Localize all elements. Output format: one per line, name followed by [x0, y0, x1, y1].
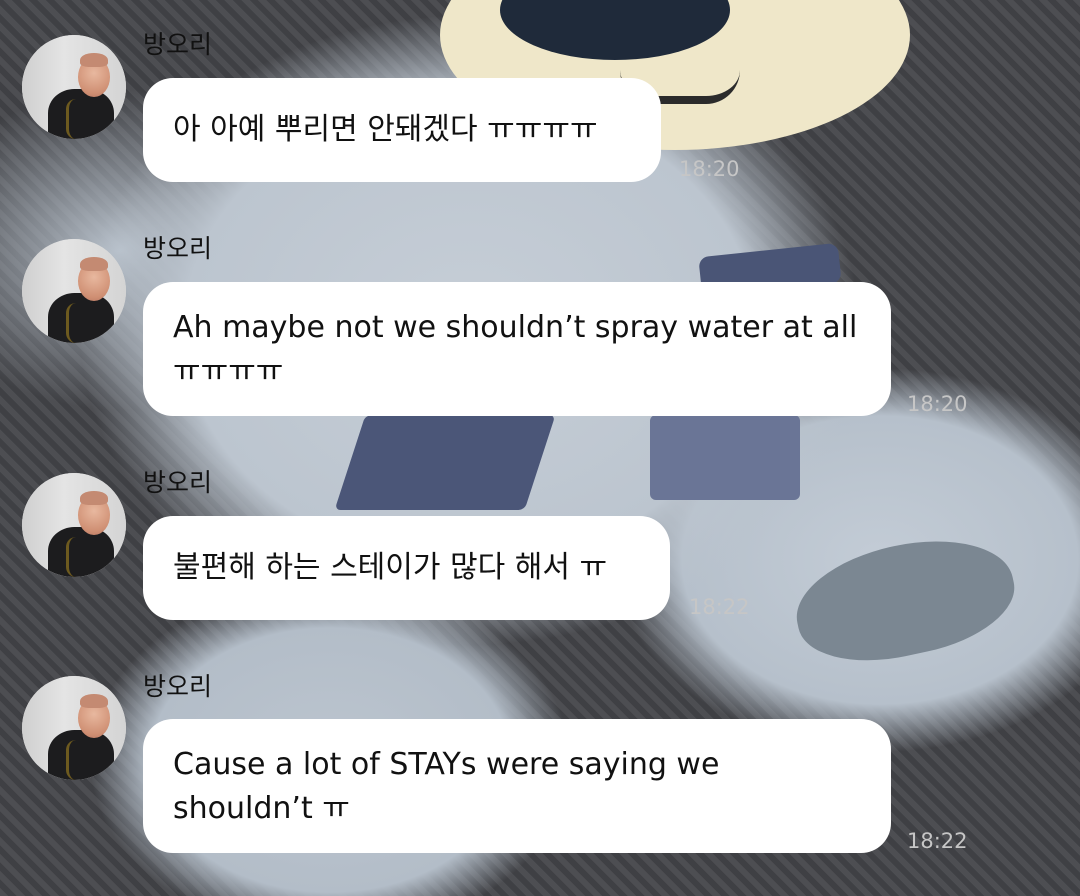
sender-name: 방오리	[143, 30, 213, 59]
message-text: Ah maybe not we shouldn’t spray water at…	[173, 310, 858, 389]
sender-avatar[interactable]	[22, 239, 126, 343]
message-bubble[interactable]: 불편해 하는 스테이가 많다 해서 ㅠ	[143, 516, 670, 620]
sender-name: 방오리	[143, 672, 213, 701]
message-timestamp: 18:22	[907, 829, 968, 853]
avatar-photo	[66, 99, 89, 139]
message-timestamp: 18:22	[689, 595, 750, 619]
message-text: 아 아예 뿌리면 안돼겠다 ㅠㅠㅠㅠ	[173, 112, 598, 147]
sender-name: 방오리	[143, 468, 213, 497]
message-text: Cause a lot of STAYs were saying we shou…	[173, 747, 720, 826]
message-text: 불편해 하는 스테이가 많다 해서 ㅠ	[173, 550, 608, 585]
message-timestamp: 18:20	[907, 392, 968, 416]
avatar-photo	[66, 740, 89, 780]
avatar-photo	[80, 694, 108, 708]
sender-name: 방오리	[143, 234, 213, 263]
message-list: 방오리 아 아예 뿌리면 안돼겠다 ㅠㅠㅠㅠ 18:20 방오리 Ah mayb…	[0, 0, 1080, 896]
sender-avatar[interactable]	[22, 473, 126, 577]
message-bubble[interactable]: Cause a lot of STAYs were saying we shou…	[143, 719, 891, 853]
avatar-photo	[80, 53, 108, 67]
avatar-photo	[66, 537, 89, 577]
avatar-photo	[80, 257, 108, 271]
message-bubble[interactable]: Ah maybe not we shouldn’t spray water at…	[143, 282, 891, 416]
avatar-photo	[66, 303, 89, 343]
sender-avatar[interactable]	[22, 676, 126, 780]
message-bubble[interactable]: 아 아예 뿌리면 안돼겠다 ㅠㅠㅠㅠ	[143, 78, 661, 182]
message-timestamp: 18:20	[679, 157, 740, 181]
avatar-photo	[80, 491, 108, 505]
sender-avatar[interactable]	[22, 35, 126, 139]
